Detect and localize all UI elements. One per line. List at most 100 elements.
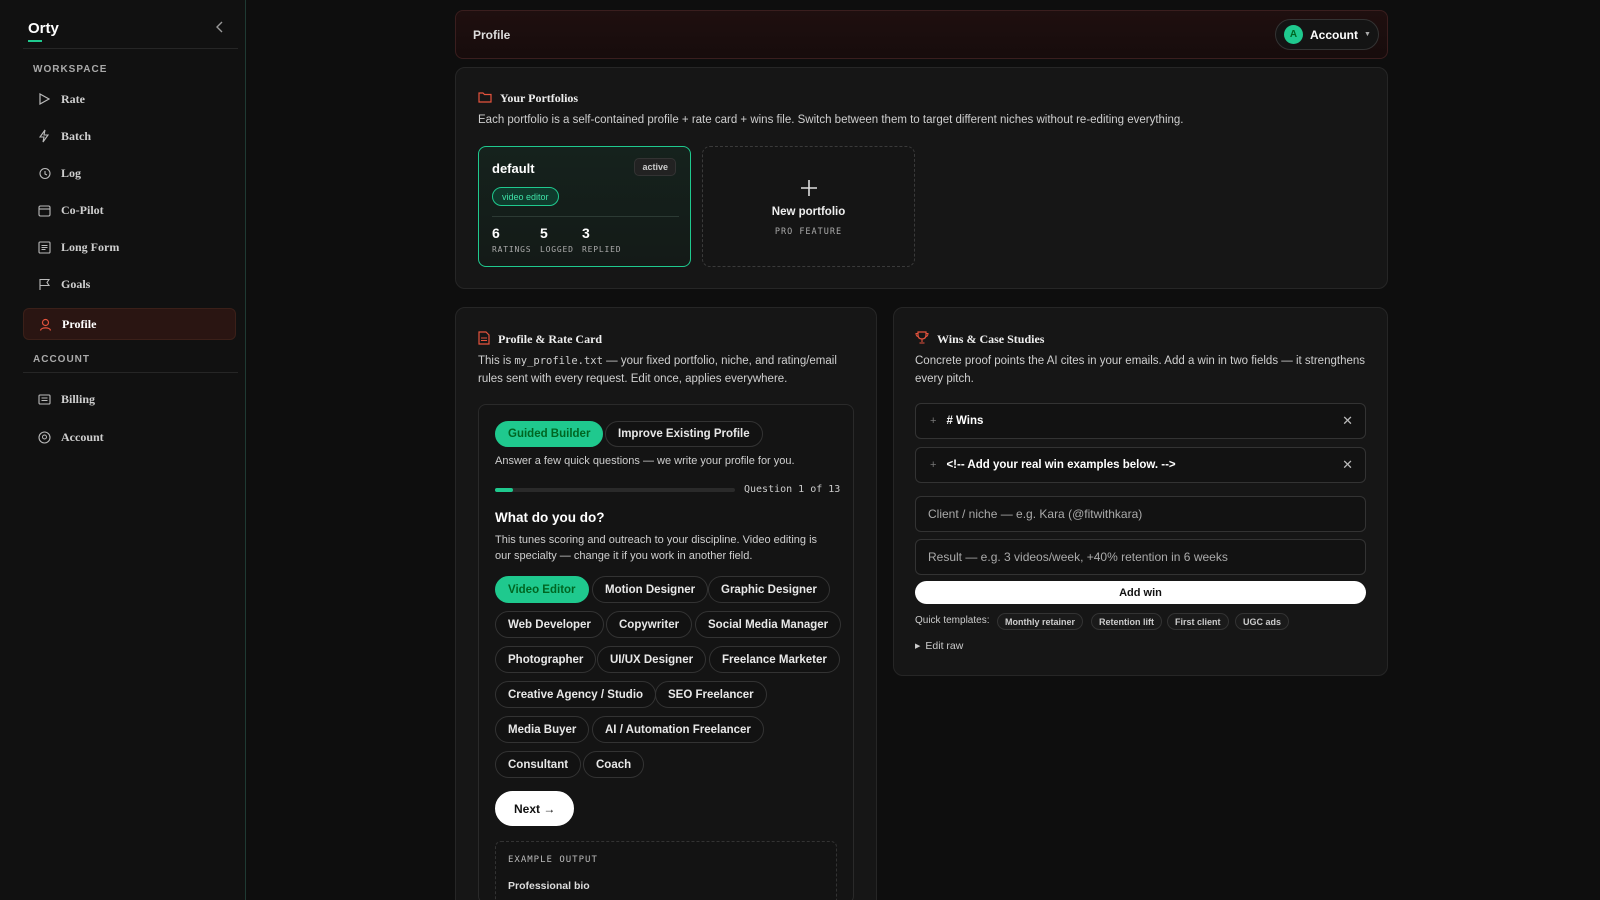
wins-header: Wins & Case Studies [915,331,1044,347]
stat-value: 5 [540,225,548,241]
option-copywriter[interactable]: Copywriter [606,611,693,638]
wins-title: Wins & Case Studies [937,331,1045,346]
option-ai-automation-freelancer[interactable]: AI / Automation Freelancer [592,716,764,743]
template-ugc-ads[interactable]: UGC ads [1235,613,1290,630]
next-button[interactable]: Next → [495,791,575,826]
option-social-media-manager[interactable]: Social Media Manager [695,611,842,638]
template-monthly-retainer[interactable]: Monthly retainer [997,613,1084,630]
trophy-icon [915,331,929,347]
pro-feature-label: PRO FEATURE [774,227,843,237]
stat-logged: 5 LOGGED [540,225,574,254]
portfolios-description: Each portfolio is a self-contained profi… [478,114,1184,126]
divider [492,216,679,217]
client-niche-input[interactable] [915,496,1366,532]
option-motion-designer[interactable]: Motion Designer [592,576,709,603]
sidebar-item-rate[interactable]: Rate [23,83,236,115]
caret-down-icon: ▼ [1364,31,1371,38]
desc-text: This is [478,355,515,367]
sidebar-item-batch[interactable]: Batch [23,120,236,152]
stat-ratings: 6 RATINGS [492,225,531,254]
edit-raw-toggle[interactable]: ▶ Edit raw [915,640,963,652]
option-photographer[interactable]: Photographer [495,646,597,673]
folder-icon [478,91,492,106]
win-row[interactable]: + # Wins ✕ [915,403,1366,439]
caret-right-icon: ▶ [915,643,921,650]
document-icon [37,240,51,254]
portfolio-card-default[interactable]: default active video editor 6 RATINGS 5 … [478,146,691,267]
chevron-left-icon[interactable] [214,20,226,36]
calendar-icon [37,203,51,217]
option-creative-agency-studio[interactable]: Creative Agency / Studio [495,681,657,708]
portfolios-title: Your Portfolios [500,91,579,105]
sidebar-item-co-pilot[interactable]: Co-Pilot [23,194,236,226]
status-badge: active [634,158,676,176]
win-row-label: # Wins [946,415,984,427]
stat-value: 6 [492,225,500,241]
option-video-editor[interactable]: Video Editor [495,576,589,603]
new-portfolio-button[interactable]: New portfolio PRO FEATURE [702,146,915,267]
stat-label: REPLIED [582,245,622,254]
option-web-developer[interactable]: Web Developer [495,611,604,638]
close-icon[interactable]: ✕ [1342,413,1353,429]
tab-improve-existing-profile[interactable]: Improve Existing Profile [605,421,763,447]
progress-bar [495,488,735,492]
sidebar-item-goals[interactable]: Goals [23,268,236,300]
flag-icon [37,277,51,291]
option-consultant[interactable]: Consultant [495,751,582,778]
sidebar-item-label: Log [61,165,82,180]
section-label-account: ACCOUNT [33,354,90,365]
app-logo[interactable]: Orty [28,20,59,37]
example-output-heading: Professional bio [508,880,590,892]
header-bar: Profile A Account ▼ [455,10,1388,59]
account-label: Account [1310,27,1358,42]
logo-underline [28,40,42,42]
template-first-client[interactable]: First client [1167,613,1229,630]
rate-card-header: Profile & Rate Card [478,331,602,348]
divider [23,48,238,49]
option-ui-ux-designer[interactable]: UI/UX Designer [597,646,707,673]
sidebar-item-profile[interactable]: Profile [23,308,236,340]
portfolios-header: Your Portfolios [478,91,578,106]
account-circle-icon [37,430,51,444]
drag-handle-icon[interactable]: + [930,459,936,471]
sidebar-item-account[interactable]: Account [23,421,236,453]
sidebar-item-log[interactable]: Log [23,157,236,189]
user-icon [38,317,52,331]
section-label-workspace: WORKSPACE [33,64,108,75]
rate-card-description: This is my_profile.txt — your fixed port… [478,352,848,388]
option-media-buyer[interactable]: Media Buyer [495,716,590,743]
avatar: A [1284,25,1303,44]
document-icon [478,331,490,348]
billing-icon [37,392,51,406]
add-win-button[interactable]: Add win [915,581,1366,604]
win-row[interactable]: + <!-- Add your real win examples below.… [915,447,1366,483]
stat-value: 3 [582,225,590,241]
divider [23,372,238,373]
new-portfolio-label: New portfolio [771,206,846,218]
question-description: This tunes scoring and outreach to your … [495,534,818,562]
portfolio-name: default [492,161,535,176]
close-icon[interactable]: ✕ [1342,457,1353,473]
tab-guided-builder[interactable]: Guided Builder [495,421,604,447]
sidebar-item-label: Goals [61,276,91,291]
account-menu-button[interactable]: A Account ▼ [1275,19,1379,50]
template-retention-lift[interactable]: Retention lift [1091,613,1162,630]
option-seo-freelancer[interactable]: SEO Freelancer [655,681,767,708]
example-output-box: EXAMPLE OUTPUT Professional bio [495,841,837,900]
option-coach[interactable]: Coach [583,751,645,778]
win-row-label: <!-- Add your real win examples below. -… [946,459,1176,471]
plus-icon [703,179,914,200]
result-input[interactable] [915,539,1366,575]
page-title: Profile [473,28,511,42]
sidebar-item-billing[interactable]: Billing [23,383,236,415]
lightning-icon [37,129,51,143]
sidebar-item-label: Billing [61,391,96,406]
play-icon [37,92,51,106]
sidebar: Orty WORKSPACE Rate Batch Log Co-Pilot L… [0,0,246,900]
option-freelance-marketer[interactable]: Freelance Marketer [709,646,840,673]
option-graphic-designer[interactable]: Graphic Designer [708,576,830,603]
stat-label: RATINGS [492,245,532,254]
sidebar-item-long-form[interactable]: Long Form [23,231,236,263]
drag-handle-icon[interactable]: + [930,415,936,427]
sidebar-item-label: Batch [61,128,91,143]
